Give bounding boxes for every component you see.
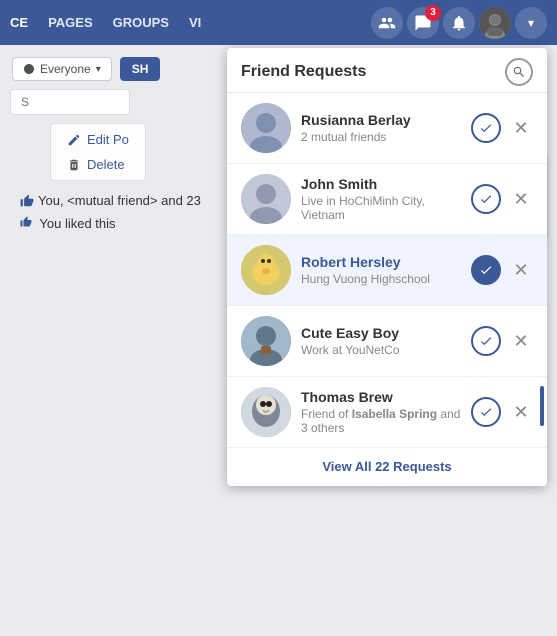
- request-info-3: Cute Easy Boy Work at YouNetCo: [301, 325, 461, 357]
- notifications-icon-btn[interactable]: [443, 7, 475, 39]
- request-avatar-3: [241, 316, 291, 366]
- decline-btn-0[interactable]: ✕: [509, 116, 533, 140]
- request-name-3[interactable]: Cute Easy Boy: [301, 325, 461, 341]
- request-info-2: Robert Hersley Hung Vuong Highschool: [301, 254, 461, 286]
- search-bar: [10, 89, 130, 115]
- decline-btn-1[interactable]: ✕: [509, 187, 533, 211]
- request-info-4: Thomas Brew Friend of Isabella Spring an…: [301, 389, 461, 435]
- nav-link-vi[interactable]: VI: [179, 0, 211, 45]
- nav-link-ce[interactable]: CE: [0, 0, 38, 45]
- request-sub-3: Work at YouNetCo: [301, 343, 461, 357]
- request-item-0: Rusianna Berlay 2 mutual friends ✕: [227, 93, 547, 164]
- view-all-link[interactable]: View All 22 Requests: [322, 459, 451, 474]
- decline-btn-3[interactable]: ✕: [509, 329, 533, 353]
- edit-post-label: Edit Po: [87, 132, 129, 147]
- request-sub-4: Friend of Isabella Spring and 3 others: [301, 407, 461, 435]
- panel-title: Friend Requests: [241, 63, 366, 81]
- post-actions-menu: Edit Po Delete: [50, 123, 146, 181]
- privacy-button[interactable]: Everyone ▾: [12, 57, 112, 81]
- confirm-btn-3[interactable]: [471, 326, 501, 356]
- decline-btn-2[interactable]: ✕: [509, 258, 533, 282]
- confirm-btn-4[interactable]: [471, 397, 501, 427]
- request-sub-0: 2 mutual friends: [301, 130, 461, 144]
- request-actions-1: ✕: [471, 184, 533, 214]
- request-avatar-4: [241, 387, 291, 437]
- request-sub-1: Live in HoChiMinh City, Vietnam: [301, 194, 461, 222]
- panel-search-icon[interactable]: [505, 58, 533, 86]
- friend-requests-icon-btn[interactable]: [371, 7, 403, 39]
- request-item-2: Robert Hersley Hung Vuong Highschool ✕: [227, 235, 547, 306]
- messages-icon-btn[interactable]: 3: [407, 7, 439, 39]
- scroll-hint: [540, 386, 544, 426]
- privacy-label: Everyone: [40, 62, 91, 76]
- liked-text: You, <mutual friend> and 23: [38, 193, 201, 208]
- request-name-4[interactable]: Thomas Brew: [301, 389, 461, 405]
- request-name-2[interactable]: Robert Hersley: [301, 254, 461, 270]
- confirm-btn-0[interactable]: [471, 113, 501, 143]
- nav-link-groups[interactable]: GROUPS: [103, 0, 179, 45]
- request-avatar-0: [241, 103, 291, 153]
- nav-icons: 3 ▾: [371, 7, 547, 39]
- nav-link-pages[interactable]: PAGES: [38, 0, 103, 45]
- delete-post-item[interactable]: Delete: [61, 153, 135, 176]
- decline-btn-4[interactable]: ✕: [509, 400, 533, 424]
- messages-badge: 3: [425, 5, 441, 21]
- request-actions-4: ✕: [471, 397, 533, 427]
- request-avatar-1: [241, 174, 291, 224]
- request-avatar-2: [241, 245, 291, 295]
- user-avatar-nav[interactable]: [479, 7, 511, 39]
- request-name-0[interactable]: Rusianna Berlay: [301, 112, 461, 128]
- request-info-0: Rusianna Berlay 2 mutual friends: [301, 112, 461, 144]
- view-all-row: View All 22 Requests: [227, 448, 547, 486]
- request-actions-0: ✕: [471, 113, 533, 143]
- request-item-4: Thomas Brew Friend of Isabella Spring an…: [227, 377, 547, 448]
- share-button[interactable]: SH: [120, 57, 161, 81]
- request-item-3: Cute Easy Boy Work at YouNetCo ✕: [227, 306, 547, 377]
- nav-left: CE PAGES GROUPS VI: [0, 0, 211, 45]
- nav-bar: CE PAGES GROUPS VI 3: [0, 0, 557, 45]
- edit-post-item[interactable]: Edit Po: [61, 128, 135, 151]
- panel-header: Friend Requests: [227, 48, 547, 93]
- request-sub-2: Hung Vuong Highschool: [301, 272, 461, 286]
- request-item-1: John Smith Live in HoChiMinh City, Vietn…: [227, 164, 547, 235]
- chevron-down-icon: ▾: [96, 64, 101, 75]
- request-name-1[interactable]: John Smith: [301, 176, 461, 192]
- search-input[interactable]: [21, 95, 119, 109]
- request-actions-2: ✕: [471, 255, 533, 285]
- request-actions-3: ✕: [471, 326, 533, 356]
- friend-requests-panel: Friend Requests Rusianna Berlay 2 mutual…: [227, 48, 547, 486]
- nav-dropdown-btn[interactable]: ▾: [515, 7, 547, 39]
- confirm-btn-2[interactable]: [471, 255, 501, 285]
- confirm-btn-1[interactable]: [471, 184, 501, 214]
- delete-post-label: Delete: [87, 157, 125, 172]
- request-info-1: John Smith Live in HoChiMinh City, Vietn…: [301, 176, 461, 222]
